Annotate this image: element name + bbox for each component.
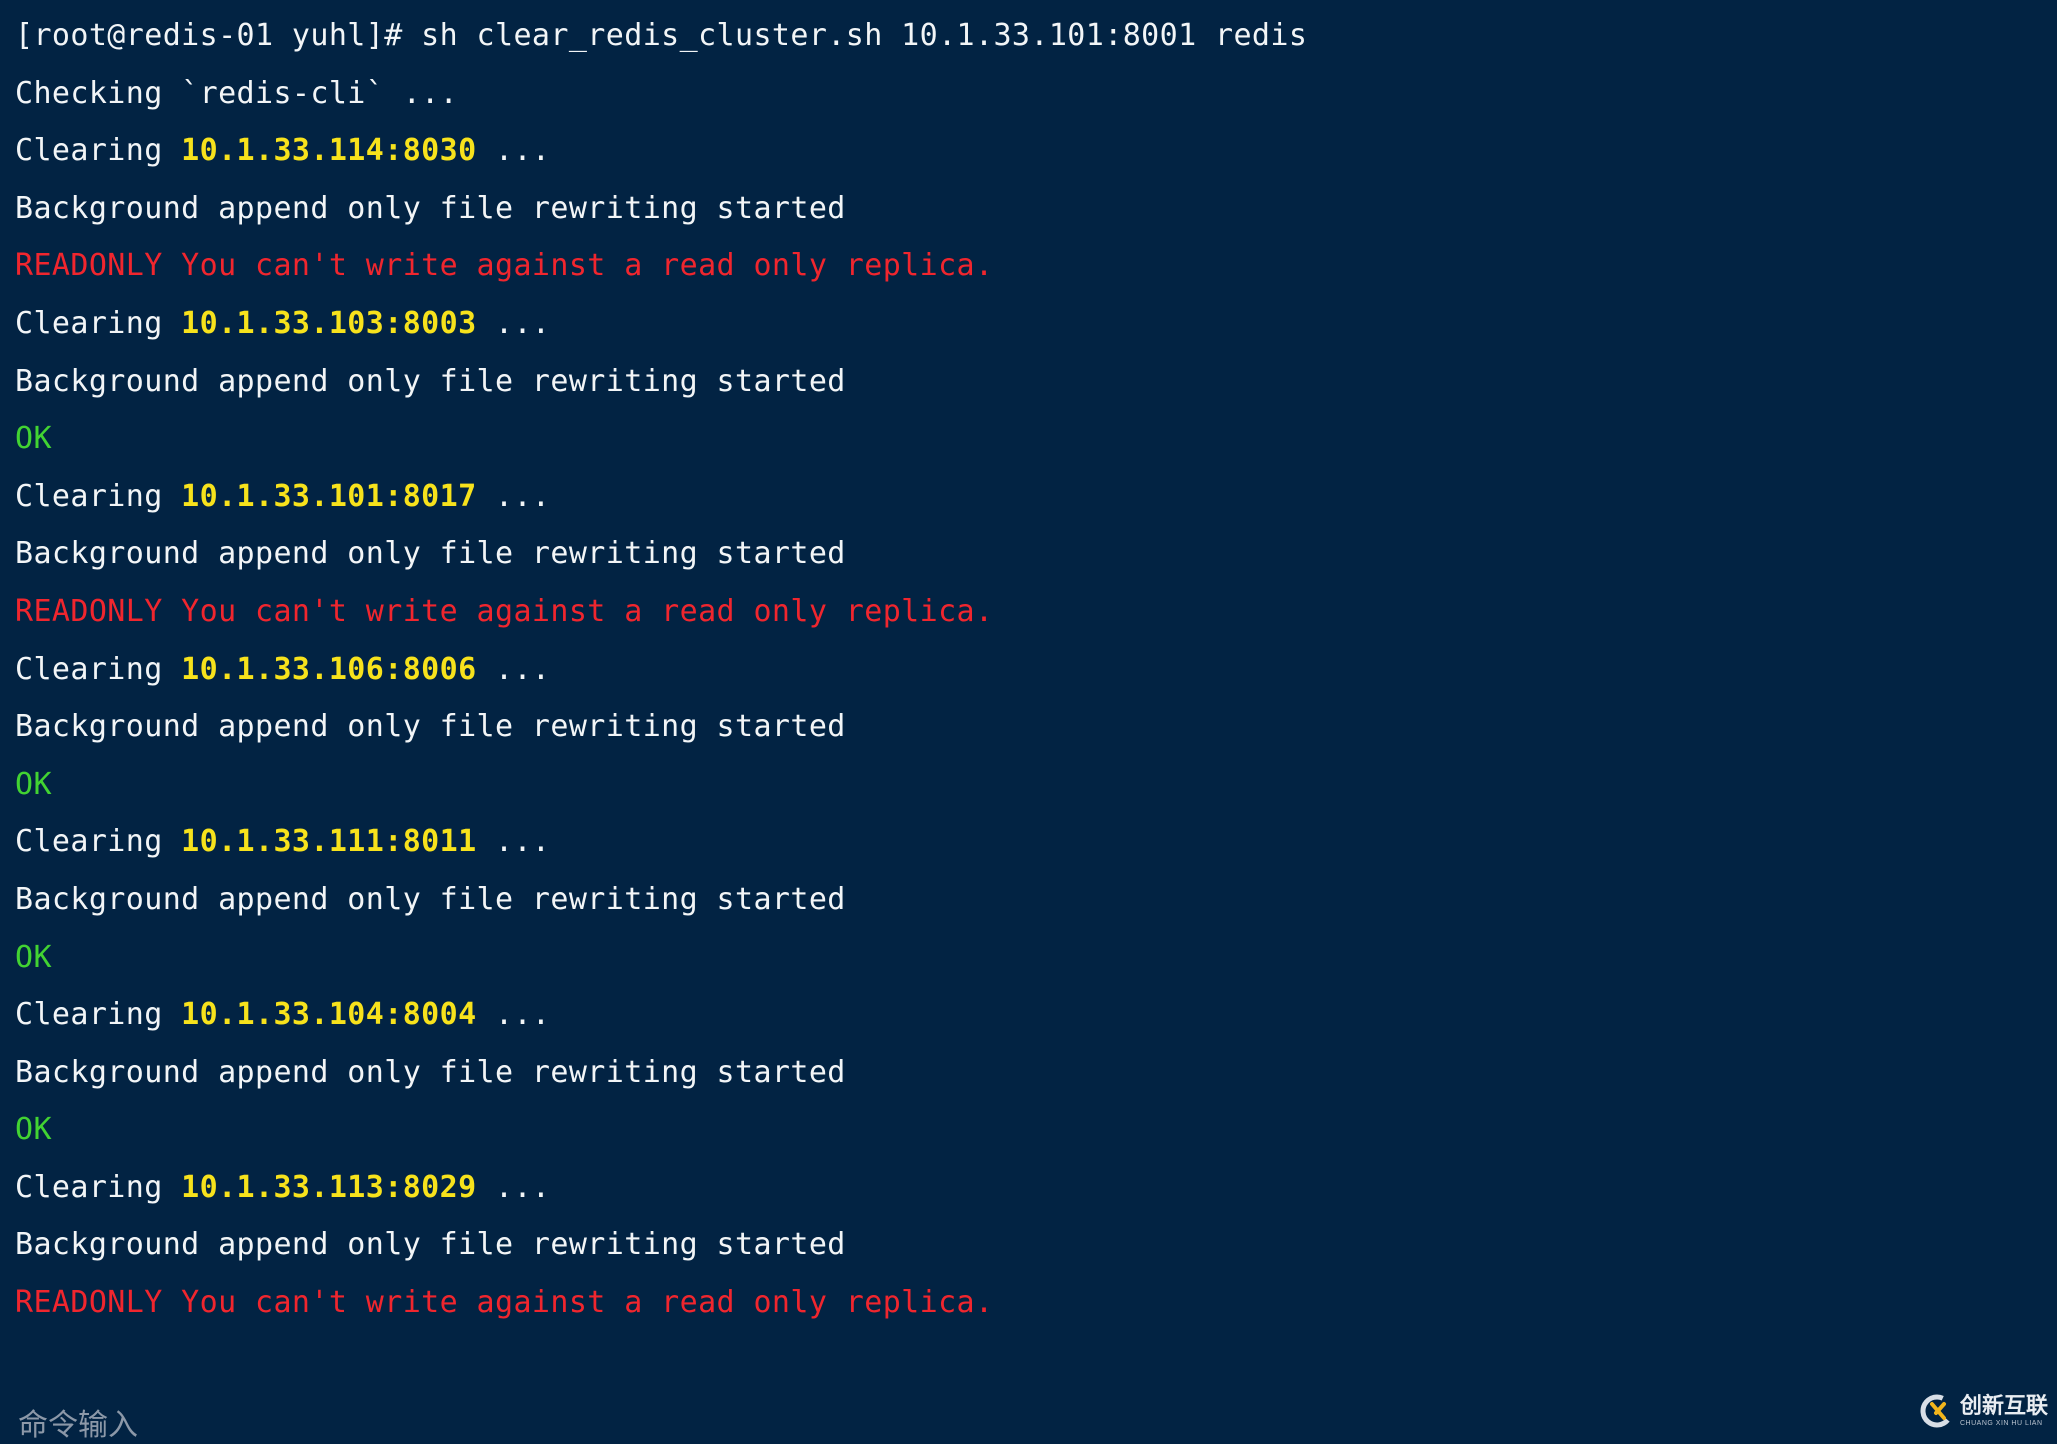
terminal-line-info: Background append only file rewriting st… bbox=[15, 530, 1307, 588]
info-text: Background append only file rewriting st… bbox=[15, 363, 846, 399]
info-text: Background append only file rewriting st… bbox=[15, 1054, 846, 1090]
info-text: Background append only file rewriting st… bbox=[15, 709, 846, 745]
clearing-text: Clearing bbox=[15, 1169, 182, 1205]
terminal-line-clearing: Clearing 10.1.33.103:8003 ... bbox=[15, 300, 1307, 358]
error-text: READONLY You can't write against a read … bbox=[15, 1285, 994, 1321]
terminal-line-info: Background append only file rewriting st… bbox=[15, 1049, 1307, 1107]
terminal-line-clearing: Clearing 10.1.33.114:8030 ... bbox=[15, 127, 1307, 185]
terminal-line-ok: OK bbox=[15, 934, 1307, 992]
ok-text: OK bbox=[15, 421, 52, 457]
watermark-brand-cn: 创新互联 bbox=[1960, 1393, 2049, 1419]
clearing-text: ... bbox=[476, 133, 551, 169]
clearing-text: ... bbox=[476, 651, 551, 687]
terminal-line-info: Checking `redis-cli` ... bbox=[15, 70, 1307, 128]
terminal-line-error: READONLY You can't write against a read … bbox=[15, 1279, 1307, 1337]
terminal-line-clearing: Clearing 10.1.33.101:8017 ... bbox=[15, 473, 1307, 531]
info-text: Checking `redis-cli` ... bbox=[15, 75, 459, 111]
host-address: 10.1.33.101:8017 bbox=[181, 478, 477, 514]
terminal-line-clearing: Clearing 10.1.33.104:8004 ... bbox=[15, 991, 1307, 1049]
terminal-line-info: Background append only file rewriting st… bbox=[15, 703, 1307, 761]
clearing-text: Clearing bbox=[15, 651, 182, 687]
clearing-text: Clearing bbox=[15, 824, 182, 860]
info-text: Background append only file rewriting st… bbox=[15, 190, 846, 226]
clearing-text: Clearing bbox=[15, 478, 182, 514]
error-text: READONLY You can't write against a read … bbox=[15, 593, 994, 629]
error-text: READONLY You can't write against a read … bbox=[15, 248, 994, 284]
info-text: Background append only file rewriting st… bbox=[15, 536, 846, 572]
watermark-brand-en: CHUANG XIN HU LIAN bbox=[1960, 1419, 2043, 1427]
terminal-line-ok: OK bbox=[15, 761, 1307, 819]
info-text: Background append only file rewriting st… bbox=[15, 881, 846, 917]
terminal-line-prompt: [root@redis-01 yuhl]# sh clear_redis_clu… bbox=[15, 12, 1307, 70]
info-text: Background append only file rewriting st… bbox=[15, 1227, 846, 1263]
host-address: 10.1.33.106:8006 bbox=[181, 651, 477, 687]
clearing-text: ... bbox=[476, 305, 551, 341]
terminal-output: [root@redis-01 yuhl]# sh clear_redis_clu… bbox=[15, 12, 1307, 1337]
ok-text: OK bbox=[15, 939, 52, 975]
clearing-text: ... bbox=[476, 478, 551, 514]
clearing-text: ... bbox=[476, 824, 551, 860]
terminal-line-clearing: Clearing 10.1.33.106:8006 ... bbox=[15, 646, 1307, 704]
host-address: 10.1.33.113:8029 bbox=[181, 1169, 477, 1205]
ok-text: OK bbox=[15, 1112, 52, 1148]
host-address: 10.1.33.104:8004 bbox=[181, 997, 477, 1033]
clearing-text: ... bbox=[476, 1169, 551, 1205]
terminal-line-clearing: Clearing 10.1.33.113:8029 ... bbox=[15, 1164, 1307, 1222]
terminal-line-info: Background append only file rewriting st… bbox=[15, 1221, 1307, 1279]
clearing-text: Clearing bbox=[15, 305, 182, 341]
command-input[interactable]: 命令输入 bbox=[18, 1400, 138, 1444]
cx-logo-icon bbox=[1920, 1394, 1954, 1428]
ok-text: OK bbox=[15, 766, 52, 802]
prompt-text: [root@redis-01 yuhl]# sh clear_redis_clu… bbox=[15, 18, 1308, 53]
terminal-line-error: READONLY You can't write against a read … bbox=[15, 242, 1307, 300]
clearing-text: Clearing bbox=[15, 133, 182, 169]
terminal-line-info: Background append only file rewriting st… bbox=[15, 185, 1307, 243]
terminal-line-ok: OK bbox=[15, 1106, 1307, 1164]
terminal-line-clearing: Clearing 10.1.33.111:8011 ... bbox=[15, 818, 1307, 876]
clearing-text: ... bbox=[476, 997, 551, 1033]
terminal-window: [root@redis-01 yuhl]# sh clear_redis_clu… bbox=[0, 0, 2057, 1443]
host-address: 10.1.33.103:8003 bbox=[181, 305, 477, 341]
host-address: 10.1.33.111:8011 bbox=[181, 824, 477, 860]
clearing-text: Clearing bbox=[15, 997, 182, 1033]
terminal-line-ok: OK bbox=[15, 415, 1307, 473]
watermark: 创新互联 CHUANG XIN HU LIAN bbox=[1920, 1394, 2048, 1428]
host-address: 10.1.33.114:8030 bbox=[181, 133, 477, 169]
terminal-line-info: Background append only file rewriting st… bbox=[15, 358, 1307, 416]
terminal-line-error: READONLY You can't write against a read … bbox=[15, 588, 1307, 646]
terminal-line-info: Background append only file rewriting st… bbox=[15, 876, 1307, 934]
